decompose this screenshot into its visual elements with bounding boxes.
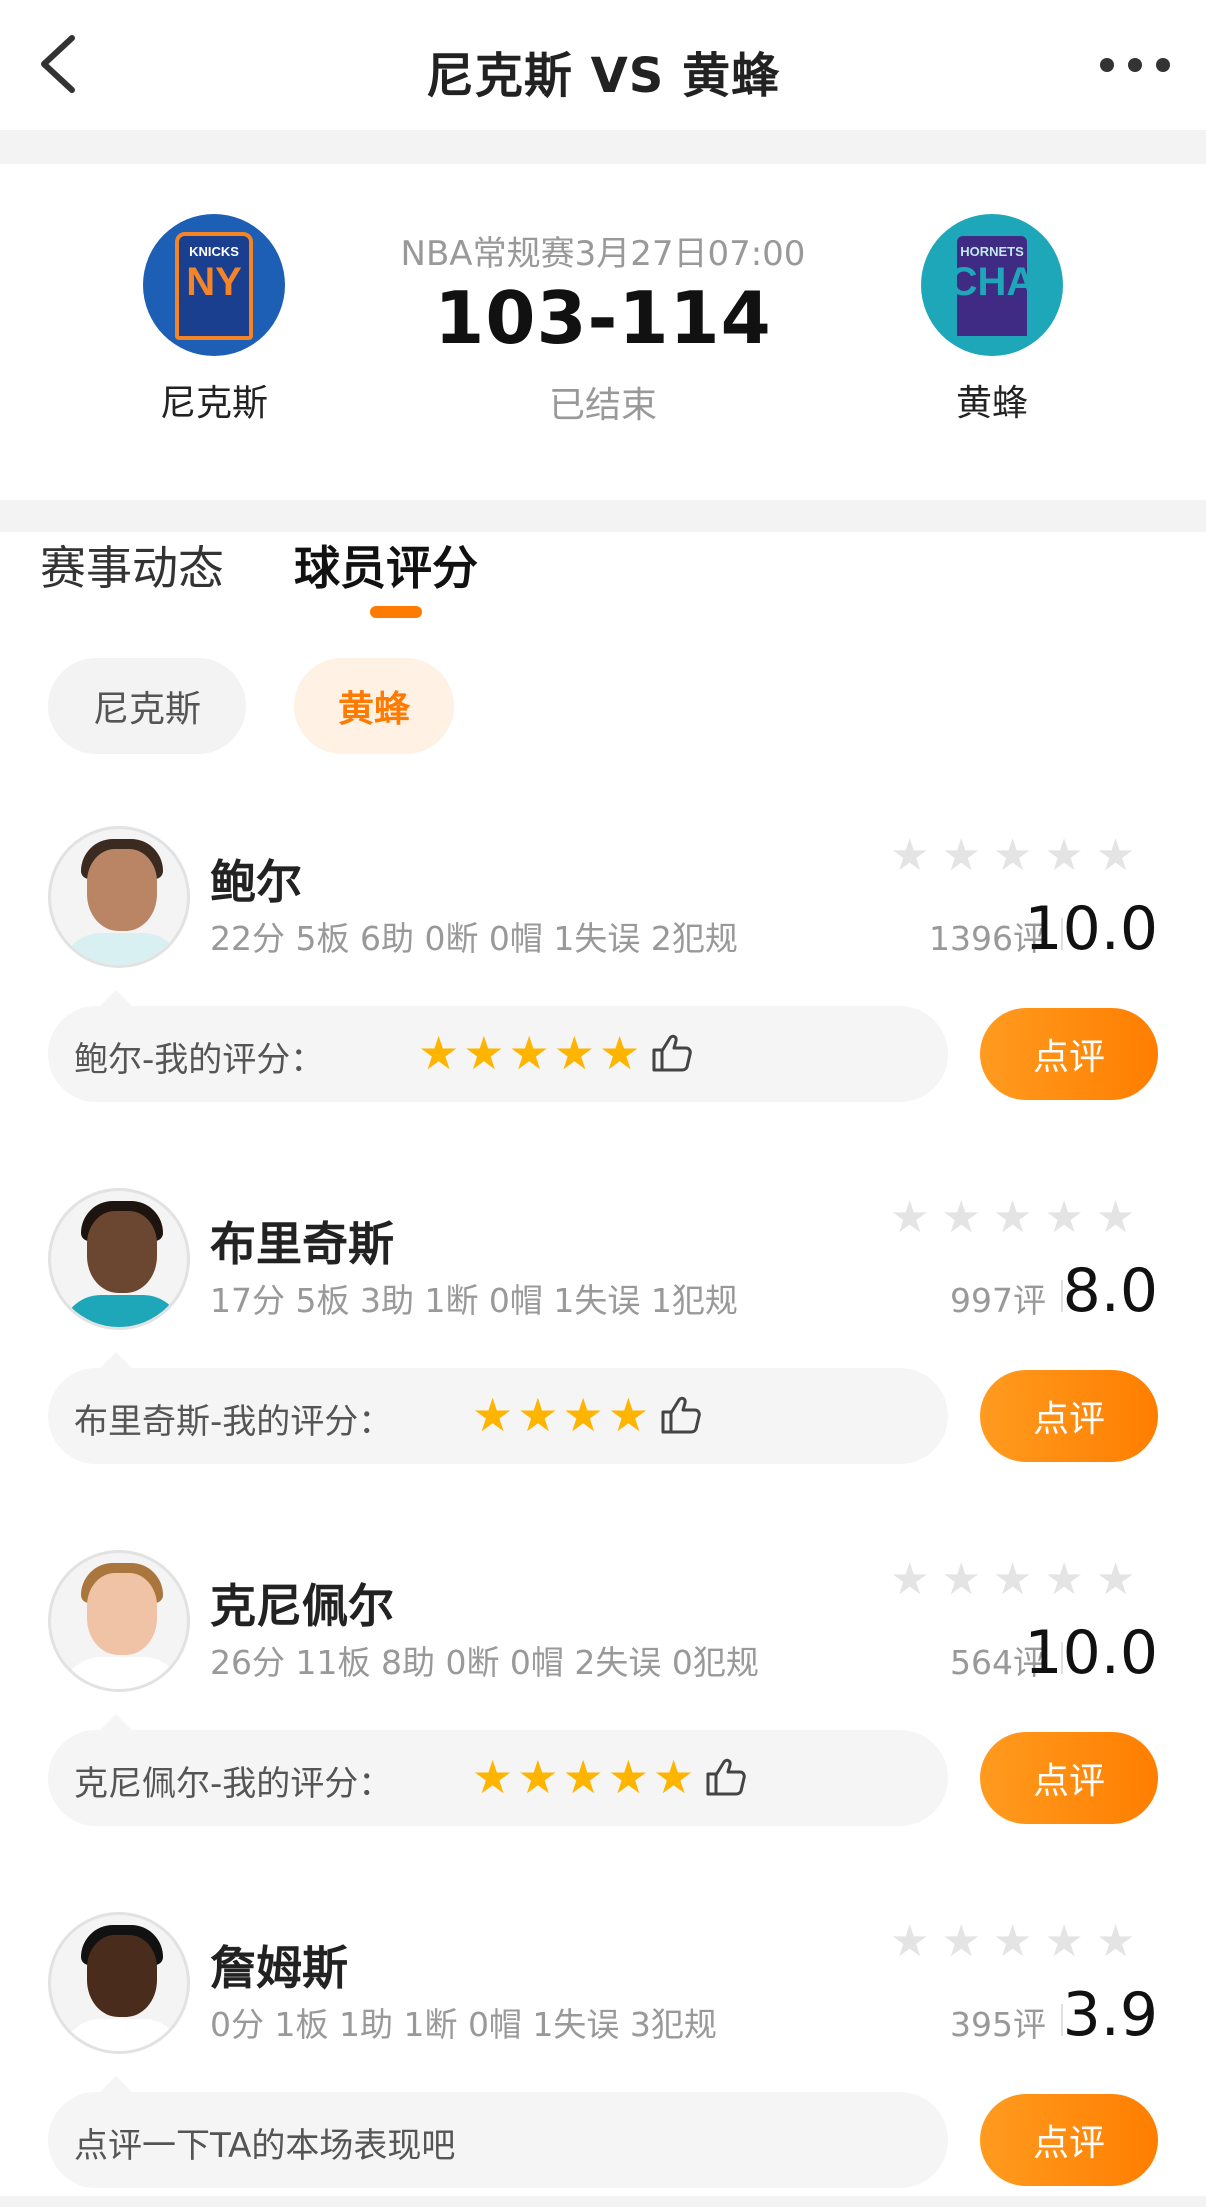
- average-rating-stars: ★ ★ ★ ★ ★: [890, 1192, 1136, 1243]
- review-button[interactable]: 点评: [980, 2094, 1158, 2186]
- rating-count: 395评: [950, 2005, 1046, 2044]
- player-stats: 0分 1板 1助 1断 0帽 1失误 3犯规: [210, 2005, 717, 2044]
- star-icon: ★: [607, 1388, 649, 1442]
- player-row: 鲍尔 22分 5板 6助 0断 0帽 1失误 2犯规 ★ ★ ★ ★ ★ 1396评 1…: [0, 826, 1206, 1126]
- divider: [0, 130, 1206, 164]
- away-team-name: 黄蜂: [955, 383, 1028, 424]
- my-rating-stars: ★ ★ ★ ★ ★: [472, 1754, 748, 1800]
- player-avatar[interactable]: [48, 1912, 190, 2054]
- match-summary-card: KNICKS NY 尼克斯 NBA常规赛3月27日07:00 103-114 已…: [0, 164, 1206, 500]
- home-team-name: 尼克斯: [159, 383, 268, 424]
- page-title: 尼克斯 VS 黄蜂: [425, 48, 781, 104]
- my-rating-label: 鲍尔-我的评分：: [74, 1040, 325, 1080]
- player-name: 鲍尔: [210, 855, 302, 909]
- review-button[interactable]: 点评: [980, 1370, 1158, 1462]
- average-score: 10.0: [1024, 1618, 1158, 1688]
- my-rating-stars: ★ ★ ★ ★: [472, 1392, 703, 1438]
- player-stats: 17分 5板 3助 1断 0帽 1失误 1犯规: [210, 1281, 738, 1320]
- my-rating-label: 布里奇斯-我的评分：: [74, 1402, 393, 1442]
- tab-bar: 赛事动态 球员评分: [0, 532, 1206, 652]
- rate-prompt-bar[interactable]: 点评一下TA的本场表现吧: [48, 2076, 948, 2188]
- rate-prompt-text: 点评一下TA的本场表现吧: [74, 2126, 456, 2166]
- active-tab-indicator: [370, 606, 422, 618]
- player-name: 克尼佩尔: [210, 1579, 394, 1633]
- divider: [0, 500, 1206, 532]
- top-nav-bar: 尼克斯 VS 黄蜂: [0, 0, 1206, 130]
- hornets-logo-icon: HORNETS CHA: [921, 214, 1063, 356]
- tab-match-events[interactable]: 赛事动态: [40, 532, 224, 598]
- average-rating-stars: ★ ★ ★ ★ ★: [890, 830, 1136, 881]
- player-stats: 22分 5板 6助 0断 0帽 1失误 2犯规: [210, 919, 738, 958]
- average-score: 3.9: [1062, 1980, 1158, 2050]
- match-status: 已结束: [548, 385, 657, 426]
- average-rating-stars: ★ ★ ★ ★ ★: [890, 1916, 1136, 1967]
- thumbs-up-icon: [661, 1396, 701, 1434]
- star-icon: ★: [562, 1388, 604, 1442]
- star-icon: ★: [553, 1026, 595, 1080]
- filter-chip-knicks[interactable]: 尼克斯: [48, 658, 246, 754]
- filter-chip-hornets[interactable]: 黄蜂: [294, 658, 454, 754]
- star-icon: ★: [517, 1388, 559, 1442]
- star-icon: ★: [463, 1026, 505, 1080]
- player-row: 克尼佩尔 26分 11板 8助 0断 0帽 2失误 0犯规 ★ ★ ★ ★ ★ 564评…: [0, 1550, 1206, 1850]
- away-team[interactable]: HORNETS CHA 黄蜂: [892, 214, 1092, 426]
- average-score: 10.0: [1024, 894, 1158, 964]
- thumbs-up-icon: [706, 1758, 746, 1796]
- my-rating-label: 克尼佩尔-我的评分：: [74, 1764, 393, 1804]
- star-icon: ★: [508, 1026, 550, 1080]
- match-score: 103-114: [434, 276, 772, 360]
- player-row: 詹姆斯 0分 1板 1助 1断 0帽 1失误 3犯规 ★ ★ ★ ★ ★ 395评 3.…: [0, 1912, 1206, 2207]
- average-score: 8.0: [1062, 1256, 1158, 1326]
- star-icon: ★: [607, 1750, 649, 1804]
- star-icon: ★: [599, 1026, 641, 1080]
- player-stats: 26分 11板 8助 0断 0帽 2失误 0犯规: [210, 1643, 759, 1682]
- more-options-icon[interactable]: [1100, 50, 1170, 80]
- tab-player-ratings[interactable]: 球员评分: [294, 532, 478, 598]
- star-icon: ★: [472, 1750, 514, 1804]
- player-name: 布里奇斯: [210, 1217, 394, 1271]
- star-icon: ★: [418, 1026, 460, 1080]
- player-name: 詹姆斯: [210, 1941, 348, 1995]
- knicks-logo-icon: KNICKS NY: [143, 214, 285, 356]
- thumbs-up-icon: [652, 1034, 692, 1072]
- review-button[interactable]: 点评: [980, 1732, 1158, 1824]
- player-avatar[interactable]: [48, 1550, 190, 1692]
- my-rating-bar[interactable]: 克尼佩尔-我的评分： ★ ★ ★ ★ ★: [48, 1714, 948, 1826]
- average-rating-stars: ★ ★ ★ ★ ★: [890, 1554, 1136, 1605]
- my-rating-bar[interactable]: 鲍尔-我的评分： ★ ★ ★ ★ ★: [48, 990, 948, 1102]
- player-row: 布里奇斯 17分 5板 3助 1断 0帽 1失误 1犯规 ★ ★ ★ ★ ★ 997评 …: [0, 1188, 1206, 1488]
- home-team[interactable]: KNICKS NY 尼克斯: [114, 214, 314, 426]
- player-avatar[interactable]: [48, 826, 190, 968]
- match-info: NBA常规赛3月27日07:00: [400, 234, 806, 274]
- star-icon: ★: [517, 1750, 559, 1804]
- star-icon: ★: [653, 1750, 695, 1804]
- star-icon: ★: [562, 1750, 604, 1804]
- divider: [0, 2196, 1206, 2207]
- my-rating-bar[interactable]: 布里奇斯-我的评分： ★ ★ ★ ★: [48, 1352, 948, 1464]
- rating-count: 997评: [950, 1281, 1046, 1320]
- review-button[interactable]: 点评: [980, 1008, 1158, 1100]
- player-avatar[interactable]: [48, 1188, 190, 1330]
- my-rating-stars: ★ ★ ★ ★ ★: [418, 1030, 694, 1076]
- star-icon: ★: [472, 1388, 514, 1442]
